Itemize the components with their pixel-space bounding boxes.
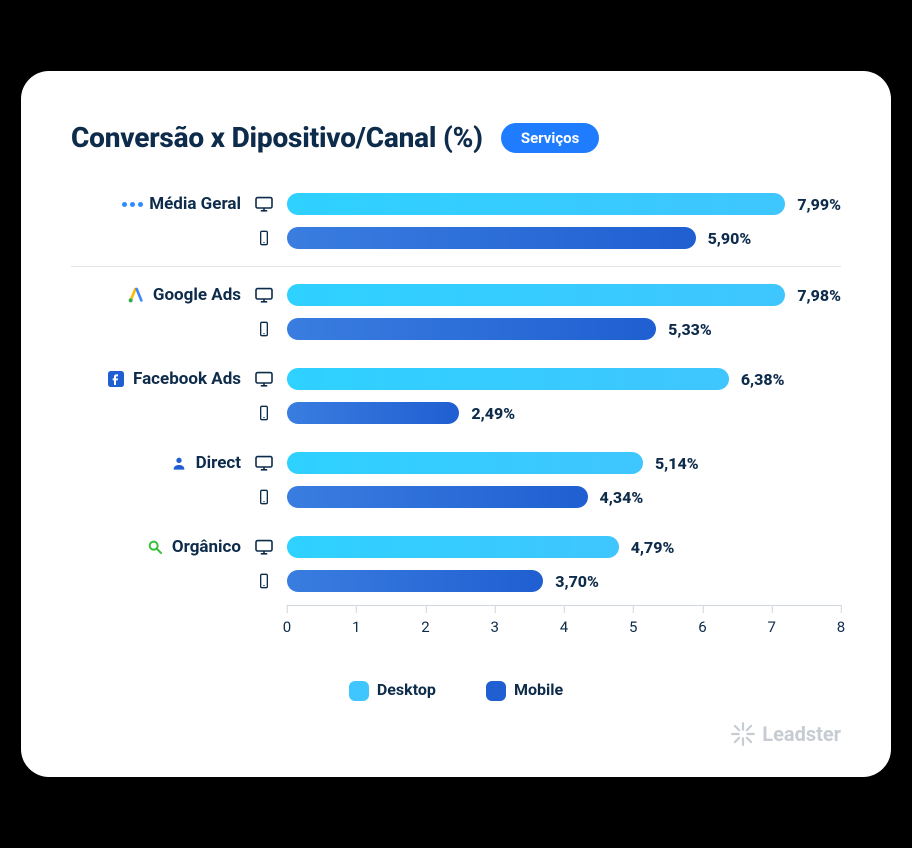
desktop-icon [254,196,274,212]
bar-cell-mobile: 5,33% [287,315,841,343]
bar-mobile [287,486,588,508]
chart-card: Conversão x Dipositivo/Canal (%) Serviço… [21,71,891,777]
category-label: Média Geral [71,194,241,214]
dots-icon [123,195,141,213]
device-cell-desktop [251,533,277,561]
bar-cell-mobile: 2,49% [287,399,841,427]
value-label-desktop: 6,38% [741,370,785,389]
mobile-icon [254,405,274,421]
bar-desktop [287,368,729,390]
axis-tick: 8 [837,618,845,636]
device-cell-desktop [251,449,277,477]
legend-swatch-desktop [349,681,369,701]
category-label: Google Ads [71,285,241,305]
legend-item-desktop: Desktop [349,680,436,701]
legend: Desktop Mobile [71,680,841,701]
device-cell-desktop [251,365,277,393]
legend-swatch-mobile [486,681,506,701]
group-divider [71,266,841,267]
chart-title: Conversão x Dipositivo/Canal (%) [71,121,483,154]
brand-footer: Leadster [71,721,841,747]
device-cell-mobile [251,483,277,511]
value-label-mobile: 5,90% [708,229,752,248]
axis-tick: 5 [629,618,637,636]
bar-mobile [287,227,696,249]
bar-desktop [287,452,643,474]
bar-cell-desktop: 5,14% [287,449,841,477]
desktop-icon [254,287,274,303]
facebook-icon [107,370,125,388]
mobile-icon [254,321,274,337]
bar-cell-mobile: 3,70% [287,567,841,595]
value-label-mobile: 5,33% [668,320,712,339]
axis-tick: 0 [283,618,291,636]
bar-cell-desktop: 4,79% [287,533,841,561]
card-header: Conversão x Dipositivo/Canal (%) Serviço… [71,121,841,154]
legend-label-mobile: Mobile [514,680,563,699]
bar-mobile [287,402,459,424]
device-cell-mobile [251,567,277,595]
mobile-icon [254,230,274,246]
device-cell-mobile [251,315,277,343]
bar-desktop [287,193,785,215]
category-label: Direct [71,453,241,473]
desktop-icon [254,455,274,471]
value-label-desktop: 7,98% [797,286,841,305]
bar-cell-desktop: 7,99% [287,190,841,218]
category-text: Google Ads [153,285,241,305]
category-text: Facebook Ads [133,369,241,389]
leadster-logo-icon [730,721,756,747]
bar-cell-mobile: 5,90% [287,224,841,252]
chart-area: Média Geral 7,99% 5,90% Google Ads 7,98% 5,33… [71,190,841,640]
desktop-icon [254,539,274,555]
device-cell-mobile [251,224,277,252]
search-icon [146,538,164,556]
person-icon [170,454,188,472]
axis-tick: 2 [421,618,429,636]
value-label-mobile: 4,34% [600,488,644,507]
value-label-desktop: 5,14% [655,454,699,473]
value-label-mobile: 3,70% [555,572,599,591]
value-label-mobile: 2,49% [471,404,515,423]
device-cell-mobile [251,399,277,427]
value-label-desktop: 7,99% [797,195,841,214]
x-axis: 012345678 [287,605,841,640]
bar-desktop [287,284,785,306]
axis-tick: 7 [768,618,776,636]
bar-cell-desktop: 6,38% [287,365,841,393]
category-label: Facebook Ads [71,369,241,389]
category-text: Média Geral [149,194,241,214]
axis-tick: 3 [491,618,499,636]
axis-tick: 1 [352,618,360,636]
mobile-icon [254,489,274,505]
bar-desktop [287,536,619,558]
bar-mobile [287,570,543,592]
axis-tick: 6 [698,618,706,636]
bar-cell-mobile: 4,34% [287,483,841,511]
bar-mobile [287,318,656,340]
filter-pill-servicos[interactable]: Serviços [501,123,600,153]
desktop-icon [254,371,274,387]
legend-item-mobile: Mobile [486,680,563,701]
brand-name: Leadster [762,722,841,746]
category-label: Orgânico [71,537,241,557]
category-text: Orgânico [172,537,241,557]
google-ads-icon [127,286,145,304]
axis-tick: 4 [560,618,568,636]
bar-cell-desktop: 7,98% [287,281,841,309]
device-cell-desktop [251,190,277,218]
category-text: Direct [196,453,241,473]
mobile-icon [254,573,274,589]
value-label-desktop: 4,79% [631,538,675,557]
device-cell-desktop [251,281,277,309]
legend-label-desktop: Desktop [377,680,436,699]
